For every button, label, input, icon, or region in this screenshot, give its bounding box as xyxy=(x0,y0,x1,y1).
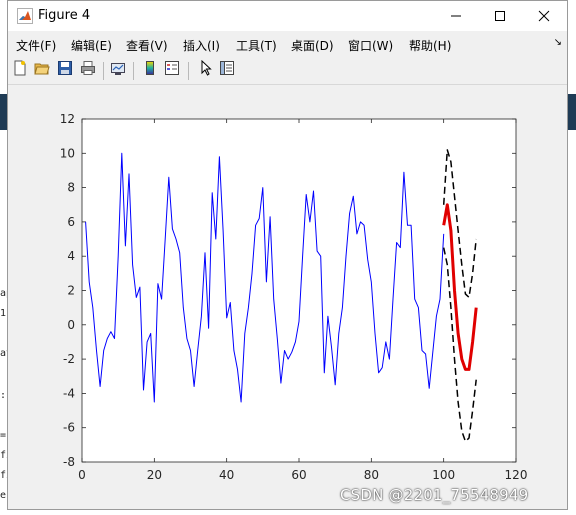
plot-svg[interactable]: 0 20 40 60 80 100 120 -8 -6 -4 -2 0 2 4 6 8 10 12 xyxy=(1,1,576,515)
y-tick-label: -6 xyxy=(63,421,75,435)
y-tick-label: 10 xyxy=(60,146,75,160)
y-tick-label: 6 xyxy=(67,215,75,229)
axes-box[interactable] xyxy=(81,118,517,463)
x-tick-label: 60 xyxy=(291,468,306,482)
y-tick-label: 2 xyxy=(67,284,75,298)
y-tick-label: 8 xyxy=(67,181,75,195)
y-tick-label: -4 xyxy=(63,386,75,400)
x-tick-label: 20 xyxy=(147,468,162,482)
figure-canvas: 0 20 40 60 80 100 120 -8 -6 -4 -2 0 2 4 6 8 10 12 xyxy=(8,85,567,509)
x-tick-label: 100 xyxy=(432,468,455,482)
x-tick-label: 80 xyxy=(364,468,379,482)
y-tick-label: 4 xyxy=(67,249,75,263)
x-tick-label: 0 xyxy=(78,468,86,482)
x-tick-label: 40 xyxy=(219,468,234,482)
y-tick-label: -8 xyxy=(63,455,75,469)
figure-window: Figure 4 文件(F) 编辑(E) 查看(V) 插入(I) 工具(T) 桌… xyxy=(7,0,568,510)
x-tick-label: 120 xyxy=(505,468,528,482)
y-tick-label: 12 xyxy=(60,112,75,126)
y-tick-label: 0 xyxy=(67,318,75,332)
csdn-watermark: CSDN @2201_75548949 xyxy=(340,486,529,504)
y-tick-label: -2 xyxy=(63,352,75,366)
